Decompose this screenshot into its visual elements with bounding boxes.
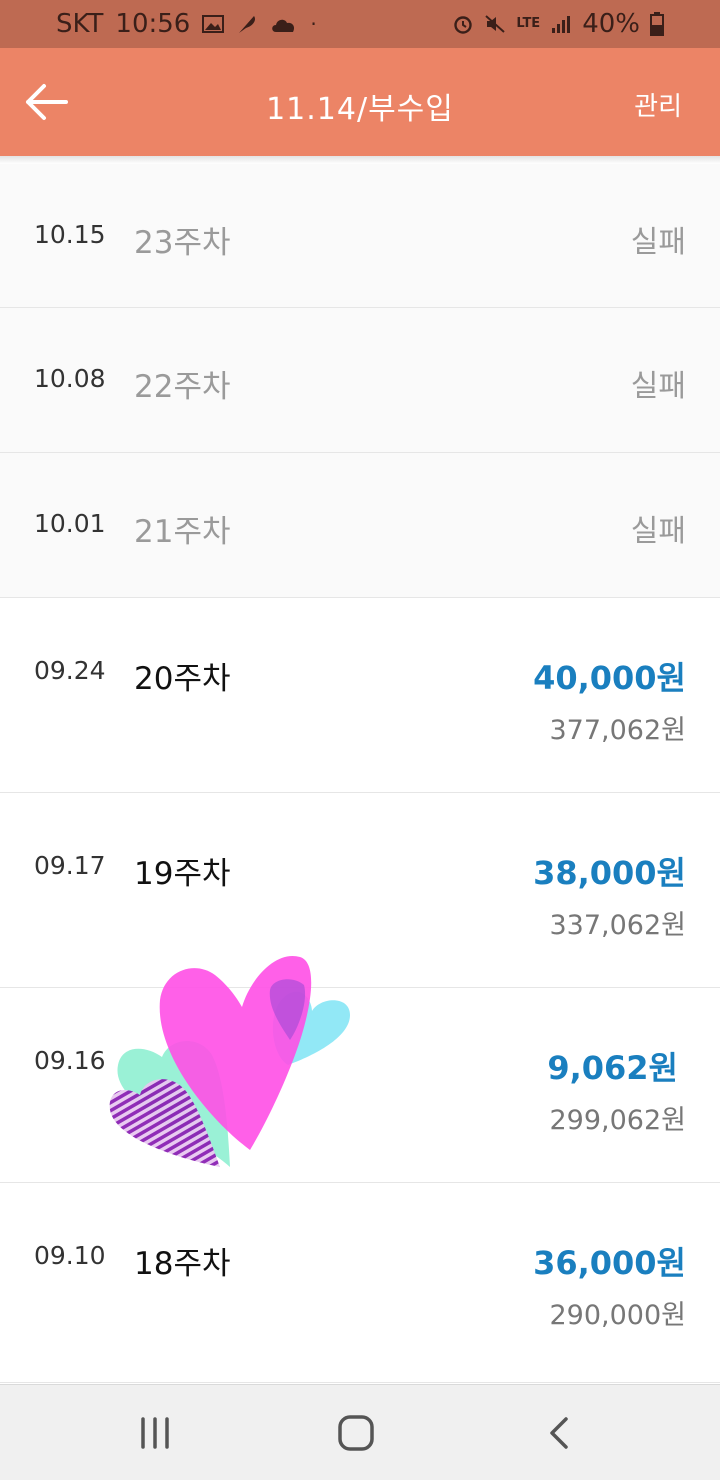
page-title: 11.14/부수입 bbox=[266, 92, 454, 127]
entry-total: 377,062원 bbox=[549, 715, 687, 746]
battery-icon bbox=[650, 12, 664, 36]
app-bar: 11.14/부수입 관리 bbox=[0, 48, 720, 156]
entry-status: 실패 bbox=[630, 225, 686, 260]
list-item[interactable]: 10.08 22주차 실패 bbox=[0, 308, 720, 453]
entry-status: 실패 bbox=[630, 514, 686, 549]
entry-date: 09.10 bbox=[34, 1241, 106, 1270]
entry-week: 23주차 bbox=[134, 225, 231, 261]
entry-total: 337,062원 bbox=[549, 910, 687, 941]
entry-date: 09.16 bbox=[34, 1046, 106, 1075]
entry-amount: 9,062원 bbox=[547, 1049, 678, 1087]
entry-week: 18주차 bbox=[134, 1246, 231, 1282]
alarm-icon bbox=[454, 16, 473, 34]
list-item[interactable]: 09.24 20주차 40,000원 377,062원 bbox=[0, 598, 720, 793]
list-item[interactable]: 09.17 19주차 38,000원 337,062원 bbox=[0, 793, 720, 988]
entry-week: 20주차 bbox=[134, 661, 231, 697]
entry-amount: 40,000원 bbox=[533, 659, 686, 697]
entry-status: 실패 bbox=[630, 369, 686, 404]
cloud-icon bbox=[272, 19, 295, 32]
recent-apps-icon[interactable] bbox=[125, 1413, 185, 1453]
entry-total: 299,062원 bbox=[549, 1105, 687, 1136]
status-right: LTE 40% bbox=[452, 9, 664, 39]
lte-icon: LTE bbox=[516, 16, 541, 31]
manage-button[interactable]: 관리 bbox=[634, 86, 682, 123]
entry-week: 19주차 bbox=[134, 856, 231, 892]
entry-date: 09.17 bbox=[34, 851, 106, 880]
system-nav-bar bbox=[0, 1384, 720, 1480]
signal-icon bbox=[552, 16, 571, 33]
feather-icon bbox=[239, 16, 256, 33]
list-item[interactable]: 10.15 23주차 실패 bbox=[0, 164, 720, 308]
status-left: SKT 10:56 · bbox=[56, 9, 317, 39]
app-bar-shadow bbox=[0, 156, 720, 164]
status-bar: SKT 10:56 · LTE 40% bbox=[0, 0, 720, 48]
entry-amount: 38,000원 bbox=[533, 854, 686, 892]
entry-amount: 36,000원 bbox=[533, 1244, 686, 1282]
entry-week: 22주차 bbox=[134, 369, 231, 405]
entry-date: 09.24 bbox=[34, 656, 106, 685]
list-item[interactable]: 09.16 9,062원 299,062원 bbox=[0, 988, 720, 1183]
mute-icon bbox=[485, 15, 505, 33]
entry-date: 10.01 bbox=[34, 509, 106, 538]
entry-total: 290,000원 bbox=[549, 1300, 687, 1331]
time-label: 10:56 bbox=[115, 9, 191, 39]
entry-date: 10.08 bbox=[34, 364, 106, 393]
battery-percent: 40% bbox=[582, 9, 640, 39]
back-icon[interactable] bbox=[528, 1413, 588, 1453]
image-icon bbox=[202, 15, 225, 33]
list-item[interactable]: 09.10 18주차 36,000원 290,000원 bbox=[0, 1183, 720, 1383]
entry-date: 10.15 bbox=[34, 220, 106, 249]
entry-week: 21주차 bbox=[134, 514, 231, 550]
dot-icon: · bbox=[310, 12, 317, 36]
list-item[interactable]: 10.01 21주차 실패 bbox=[0, 453, 720, 598]
carrier-label: SKT bbox=[56, 9, 104, 39]
home-icon[interactable] bbox=[326, 1413, 386, 1453]
